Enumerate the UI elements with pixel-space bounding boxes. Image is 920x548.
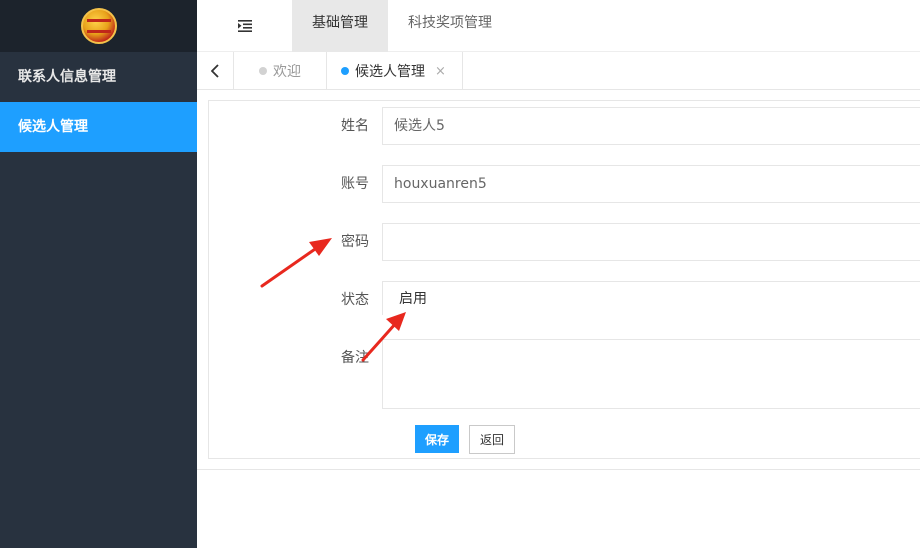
page-tab-welcome[interactable]: 欢迎 [234,52,327,90]
top-tab-award-management[interactable]: 科技奖项管理 [388,0,512,52]
page-tab-candidate[interactable]: 候选人管理 × [327,52,463,90]
top-tab-basic-management[interactable]: 基础管理 [292,0,388,52]
password-input[interactable] [382,223,920,261]
name-input[interactable]: 候选人5 [382,107,920,145]
form-panel: 姓名 候选人5 账号 houxuanren5 密码 状态 启用 备注 保存 返回 [208,100,920,459]
account-label: 账号 [341,176,369,192]
save-button[interactable]: 保存 [415,425,459,453]
close-icon[interactable]: × [435,64,446,79]
menu-toggle-button[interactable] [197,0,292,52]
remark-label: 备注 [341,350,369,366]
name-label: 姓名 [341,118,369,134]
account-input[interactable]: houxuanren5 [382,165,920,203]
form-row-account: 账号 houxuanren5 [209,165,920,203]
page-tab-bar: 欢迎 候选人管理 × [197,52,920,90]
form-row-status: 状态 启用 [209,281,920,319]
logo-icon [80,8,117,44]
tab-scroll-left-button[interactable] [197,52,234,90]
page-tab-label: 欢迎 [273,64,301,80]
back-button[interactable]: 返回 [469,425,515,454]
status-label: 状态 [341,292,369,308]
password-label: 密码 [341,234,369,250]
menu-fold-icon [237,20,252,32]
chevron-left-icon [211,64,219,78]
header: 基础管理 科技奖项管理 [197,0,920,52]
sidebar-item-contact-info[interactable]: 联系人信息管理 [0,52,197,102]
sidebar-item-candidate[interactable]: 候选人管理 [0,102,197,152]
remark-textarea[interactable] [382,339,920,409]
sidebar: 联系人信息管理 候选人管理 [0,0,197,548]
form-row-remark: 备注 [209,339,920,409]
form-row-name: 姓名 候选人5 [209,107,920,145]
page-tab-label: 候选人管理 [355,64,425,80]
form-row-password: 密码 [209,223,920,261]
status-select[interactable]: 启用 [382,281,920,315]
main-content: 姓名 候选人5 账号 houxuanren5 密码 状态 启用 备注 保存 返回 [197,90,920,470]
tab-status-dot [259,67,267,75]
logo-area [0,0,197,52]
tab-status-dot [341,67,349,75]
